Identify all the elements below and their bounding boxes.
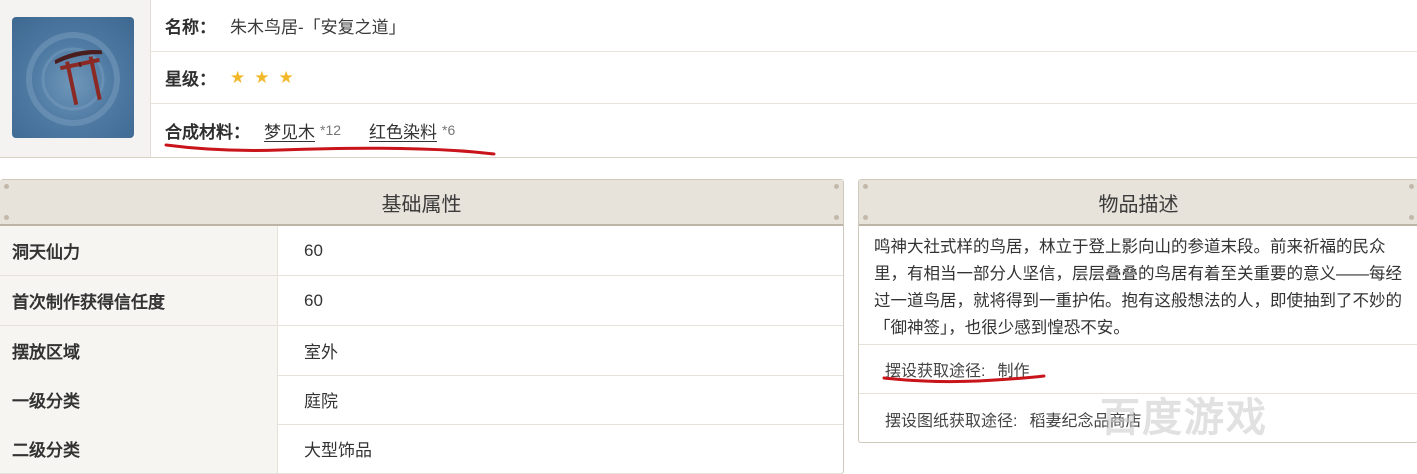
item-thumbnail <box>12 17 134 138</box>
attribute-value: 庭院 <box>304 392 338 411</box>
material-qty: *6 <box>442 122 456 138</box>
attribute-value: 60 <box>304 240 323 260</box>
attributes-header: 基础属性 <box>0 180 843 226</box>
material-link-dream-wood[interactable]: 梦见木 <box>264 118 315 143</box>
description-text: 鸣神大社式样的鸟居，林立于登上影向山的参道末段。前来祈福的民众里，有相当一部分人… <box>874 238 1402 337</box>
material-qty: *12 <box>320 122 342 138</box>
rarity-stars: ★ ★ ★ <box>230 69 294 86</box>
attributes-panel: 基础属性 洞天仙力 60 首次制作获得信任度 60 摆放区域 室外 一级分类 庭… <box>0 179 844 474</box>
blueprint-source-label: 摆设图纸获取途径: <box>885 412 1018 430</box>
attribute-key: 洞天仙力 <box>0 226 278 275</box>
rarity-label: 星级： <box>165 70 216 89</box>
attribute-value: 60 <box>304 290 323 310</box>
material-link-red-dye[interactable]: 红色染料 <box>369 118 437 143</box>
attribute-row: 洞天仙力 60 <box>0 226 843 276</box>
attribute-row: 摆放区域 室外 <box>0 326 843 376</box>
star-icon: ★ <box>254 68 270 87</box>
info-rows: 名称： 朱木鸟居-「安复之道」 星级： ★ ★ ★ 合成材料： 梦见木 *12 红色… <box>151 0 1417 157</box>
rarity-row: 星级： ★ ★ ★ <box>151 52 1417 104</box>
attribute-key: 二级分类 <box>0 424 278 473</box>
description-header: 物品描述 <box>859 180 1417 226</box>
watermark: 百度游戏 <box>1100 396 1268 440</box>
obtain-source-value: 制作 <box>997 363 1030 380</box>
item-name: 朱木鸟居-「安复之道」 <box>230 18 406 37</box>
attribute-key: 首次制作获得信任度 <box>0 276 278 325</box>
attribute-row: 首次制作获得信任度 60 <box>0 276 843 326</box>
item-info-card: 名称： 朱木鸟居-「安复之道」 星级： ★ ★ ★ 合成材料： 梦见木 *12 红色… <box>0 0 1417 158</box>
name-label: 名称： <box>165 18 216 37</box>
attribute-key: 摆放区域 <box>0 326 278 375</box>
thumbnail-column <box>0 0 151 157</box>
name-row: 名称： 朱木鸟居-「安复之道」 <box>151 0 1417 52</box>
obtain-source-label: 摆设获取途径: <box>885 363 986 380</box>
materials-label: 合成材料： <box>165 122 250 142</box>
attributes-title: 基础属性 <box>381 193 462 216</box>
materials-row: 合成材料： 梦见木 *12 红色染料 *6 <box>151 104 1417 156</box>
star-icon: ★ <box>230 68 246 87</box>
attribute-key: 一级分类 <box>0 375 278 424</box>
star-icon: ★ <box>278 68 294 87</box>
attribute-row: 一级分类 庭院 <box>0 375 843 425</box>
torii-gate-icon <box>26 32 120 126</box>
attribute-row: 二级分类 大型饰品 <box>0 424 843 474</box>
attribute-value: 大型饰品 <box>304 441 372 460</box>
description-title: 物品描述 <box>1098 193 1179 216</box>
attribute-value: 室外 <box>304 343 338 362</box>
